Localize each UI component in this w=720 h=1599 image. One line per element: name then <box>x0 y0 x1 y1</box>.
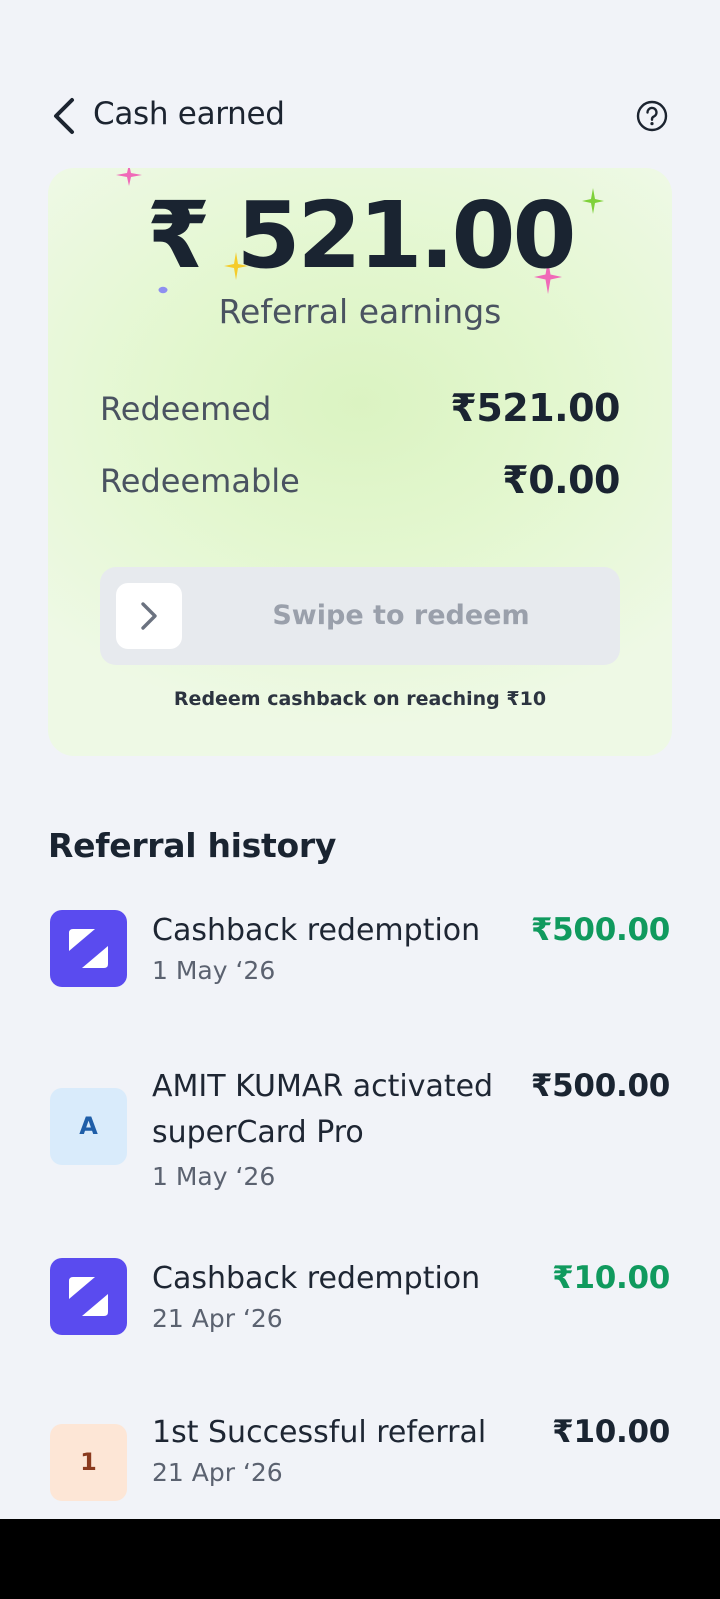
brand-logo-icon <box>50 910 127 987</box>
brand-logo-icon <box>50 1258 127 1335</box>
history-item[interactable]: A AMIT KUMAR activated superCard Pro 1 M… <box>0 1044 720 1194</box>
redeemed-value: ₹521.00 <box>450 386 620 430</box>
swipe-handle[interactable] <box>116 583 182 649</box>
history-item-title: 1st Successful referral <box>152 1415 487 1450</box>
history-item-amount: ₹10.00 <box>552 1260 670 1296</box>
chevron-right-icon <box>141 602 157 630</box>
history-item-date: 21 Apr ‘26 <box>152 1458 283 1487</box>
chevron-left-icon <box>54 98 74 134</box>
history-item-title: Cashback redemption <box>152 913 481 948</box>
redeemable-label: Redeemable <box>100 462 300 500</box>
system-navigation-bar <box>0 1519 720 1599</box>
help-button[interactable] <box>636 100 668 132</box>
earnings-card: ₹ 521.00 Referral earnings Redeemed ₹521… <box>48 168 672 756</box>
earnings-label: Referral earnings <box>218 292 502 331</box>
avatar: 1 <box>50 1424 127 1501</box>
page-title: Cash earned <box>93 96 285 132</box>
history-item[interactable]: 1 1st Successful referral 21 Apr ‘26 ₹10… <box>0 1390 720 1501</box>
swipe-to-redeem-slider[interactable]: Swipe to redeem <box>100 567 620 665</box>
avatar: A <box>50 1088 127 1165</box>
history-item-amount: ₹10.00 <box>552 1414 670 1450</box>
history-item-date: 1 May ‘26 <box>152 1162 276 1191</box>
cash-earned-screen: Cash earned ₹ 521.00 Referral earnings R… <box>0 0 720 1519</box>
history-item[interactable]: Cashback redemption 1 May ‘26 ₹500.00 <box>0 888 720 998</box>
history-item[interactable]: Cashback redemption 21 Apr ‘26 ₹10.00 <box>0 1236 720 1346</box>
history-item-title: AMIT KUMAR activated superCard Pro <box>152 1069 494 1150</box>
swipe-label: Swipe to redeem <box>272 600 530 631</box>
back-button[interactable] <box>46 94 86 138</box>
history-item-date: 1 May ‘26 <box>152 956 276 985</box>
redeem-hint: Redeem cashback on reaching ₹10 <box>173 688 547 710</box>
history-item-date: 21 Apr ‘26 <box>152 1304 283 1333</box>
history-item-title: Cashback redemption <box>152 1261 481 1296</box>
redeemable-value: ₹0.00 <box>502 458 620 502</box>
history-item-amount: ₹500.00 <box>530 912 670 948</box>
section-title: Referral history <box>48 826 337 865</box>
total-earnings-amount: ₹ 521.00 <box>146 182 576 289</box>
redeemed-label: Redeemed <box>100 390 272 428</box>
help-icon <box>636 100 668 132</box>
history-item-amount: ₹500.00 <box>530 1068 670 1104</box>
